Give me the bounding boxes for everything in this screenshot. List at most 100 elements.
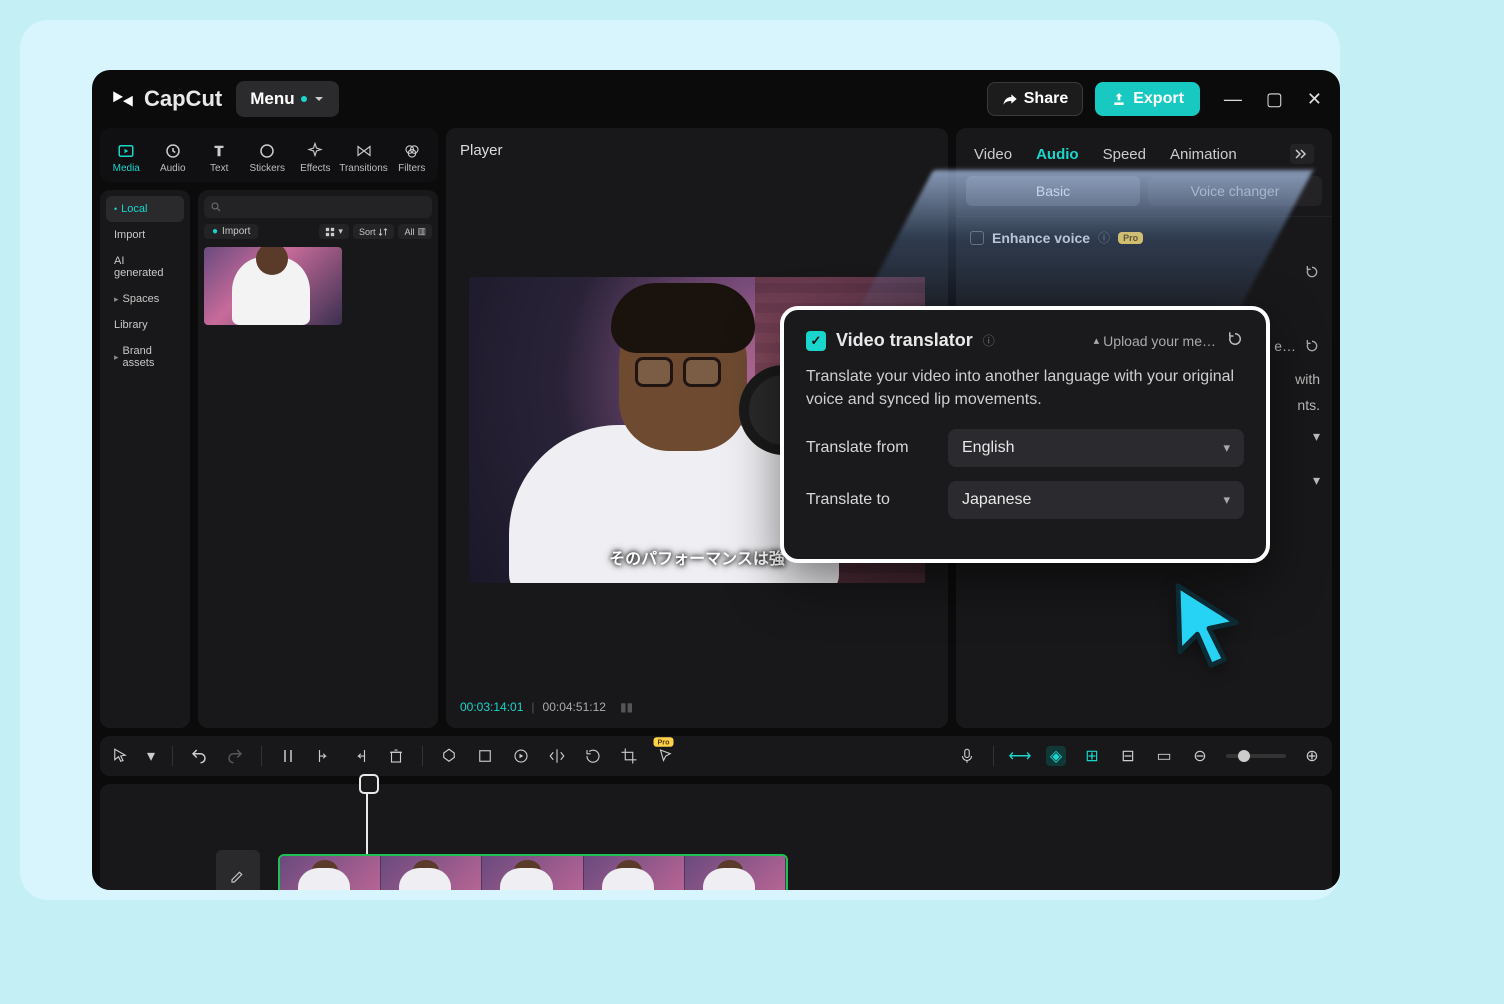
nav-local[interactable]: •Local — [106, 196, 184, 222]
player-title: Player — [460, 142, 934, 159]
timecode-current: 00:03:14:01 — [460, 700, 523, 714]
trim-left-tool[interactable] — [314, 746, 334, 766]
enhance-voice-checkbox[interactable] — [970, 231, 984, 245]
subtab-basic[interactable]: Basic — [966, 176, 1140, 206]
undo-button[interactable] — [189, 746, 209, 766]
reset-button[interactable] — [1226, 330, 1244, 351]
nav-import[interactable]: Import — [106, 222, 184, 248]
reset-icon — [1226, 330, 1244, 348]
nav-library[interactable]: Library — [106, 312, 184, 338]
rotate-tool[interactable] — [583, 746, 603, 766]
media-icon — [117, 142, 135, 160]
chevron-down-icon — [313, 93, 325, 105]
cover-button[interactable]: Cover — [216, 850, 260, 890]
menu-indicator-dot — [301, 96, 307, 102]
timeline-toolbar: ▾ Pro ⟷ ◈ ⊞ ⊟ ▭ ⊖ ⊕ — [100, 736, 1332, 776]
share-button[interactable]: Share — [987, 82, 1083, 116]
cursor-dropdown[interactable]: ▾ — [146, 746, 156, 766]
filters-icon — [403, 142, 421, 160]
marker-tool[interactable] — [439, 746, 459, 766]
export-button[interactable]: Export — [1095, 82, 1200, 116]
reset-icon — [1304, 338, 1320, 354]
timecode-total: 00:04:51:12 — [543, 700, 606, 714]
media-thumbnail[interactable] — [204, 247, 342, 325]
grid-icon — [325, 227, 335, 237]
tab-stickers[interactable]: Stickers — [243, 136, 291, 182]
window-controls: — ▢ ✕ — [1224, 89, 1322, 110]
inspector-tab-animation[interactable]: Animation — [1170, 146, 1237, 163]
timeline-track[interactable] — [270, 796, 1320, 890]
tab-text[interactable]: Text — [197, 136, 241, 182]
snap-tool-3[interactable]: ⊞ — [1082, 746, 1102, 766]
media-search-input[interactable] — [204, 196, 432, 218]
more-arrows-icon — [1295, 149, 1309, 159]
media-browser: ●Import ▾ Sort All ▥ — [198, 190, 438, 728]
zoom-slider[interactable] — [1226, 754, 1286, 758]
translate-to-select[interactable]: Japanese ▾ — [948, 481, 1244, 519]
minimize-button[interactable]: — — [1224, 89, 1242, 110]
asset-category-tabs: Media Audio Text Stickers Effects — [100, 128, 438, 182]
close-button[interactable]: ✕ — [1307, 89, 1322, 110]
tab-audio[interactable]: Audio — [150, 136, 194, 182]
view-mode-chip[interactable]: ▾ — [319, 224, 349, 239]
maximize-button[interactable]: ▢ — [1266, 89, 1283, 110]
nav-spaces[interactable]: ▸Spaces — [106, 286, 184, 312]
inspector-tab-speed[interactable]: Speed — [1103, 146, 1146, 163]
filter-all-chip[interactable]: All ▥ — [398, 224, 432, 239]
translate-from-select[interactable]: English ▾ — [948, 429, 1244, 467]
frame-tool[interactable] — [475, 746, 495, 766]
player-timecode: 00:03:14:01 | 00:04:51:12 ▮▮ — [460, 690, 934, 714]
enhance-voice-row[interactable]: Enhance voice ⓘ Pro — [970, 223, 1318, 252]
tab-filters[interactable]: Filters — [390, 136, 434, 182]
cursor-tool[interactable] — [110, 746, 130, 766]
delete-tool[interactable] — [386, 746, 406, 766]
layout-tool[interactable]: ▭ — [1154, 746, 1174, 766]
popover-description: Translate your video into another langua… — [806, 365, 1244, 411]
pencil-icon — [229, 867, 247, 885]
snap-tool-2[interactable]: ◈ — [1046, 746, 1066, 766]
tab-transitions[interactable]: Transitions — [340, 136, 388, 182]
zoom-out-button[interactable]: ⊖ — [1190, 746, 1210, 766]
sort-chip[interactable]: Sort — [353, 224, 395, 239]
ghost-dropdown-2: ▾ — [1313, 472, 1320, 489]
app-logo: CapCut — [110, 86, 222, 112]
snap-tool-1[interactable]: ⟷ — [1010, 746, 1030, 766]
capcut-logo-icon — [110, 86, 136, 112]
inspector-tab-audio[interactable]: Audio — [1036, 146, 1079, 163]
nav-ai-generated[interactable]: AI generated — [106, 248, 184, 286]
help-icon[interactable]: ⓘ — [983, 332, 995, 349]
transitions-icon — [355, 142, 373, 160]
upload-media-button[interactable]: ▴ Upload your me… — [1094, 333, 1216, 349]
trim-right-tool[interactable] — [350, 746, 370, 766]
tab-effects[interactable]: Effects — [293, 136, 337, 182]
video-translator-popover: ✓ Video translator ⓘ ▴ Upload your me… T… — [780, 306, 1270, 563]
help-icon[interactable]: ⓘ — [1098, 229, 1110, 246]
menu-button[interactable]: Menu — [236, 81, 338, 117]
subtab-voice-changer[interactable]: Voice changer — [1148, 176, 1322, 206]
inspector-more-button[interactable] — [1290, 144, 1314, 164]
mirror-tool[interactable] — [547, 746, 567, 766]
align-tool[interactable]: ⊟ — [1118, 746, 1138, 766]
nav-brand-assets[interactable]: ▸Brand assets — [106, 338, 184, 376]
tab-media[interactable]: Media — [104, 136, 148, 182]
video-translator-checkbox[interactable]: ✓ — [806, 331, 826, 351]
crop-tool[interactable] — [619, 746, 639, 766]
redo-button[interactable] — [225, 746, 245, 766]
pro-badge: Pro — [1118, 232, 1143, 244]
zoom-fit-button[interactable]: ⊕ — [1302, 746, 1322, 766]
import-media-button[interactable]: ●Import — [204, 224, 258, 239]
translate-to-label: Translate to — [806, 491, 934, 509]
mic-button[interactable] — [957, 746, 977, 766]
chevron-down-icon: ▾ — [1223, 440, 1230, 456]
ghost-text-1: e… — [1274, 338, 1320, 354]
ghost-dropdown-1: ▾ — [1313, 428, 1320, 445]
inspector-tab-video[interactable]: Video — [974, 146, 1012, 163]
speed-tool[interactable] — [511, 746, 531, 766]
app-name: CapCut — [144, 86, 222, 112]
text-icon — [210, 142, 228, 160]
audio-icon — [164, 142, 182, 160]
smart-tool[interactable]: Pro — [655, 746, 675, 766]
video-clip[interactable] — [278, 854, 788, 890]
split-tool[interactable] — [278, 746, 298, 766]
stickers-icon — [258, 142, 276, 160]
